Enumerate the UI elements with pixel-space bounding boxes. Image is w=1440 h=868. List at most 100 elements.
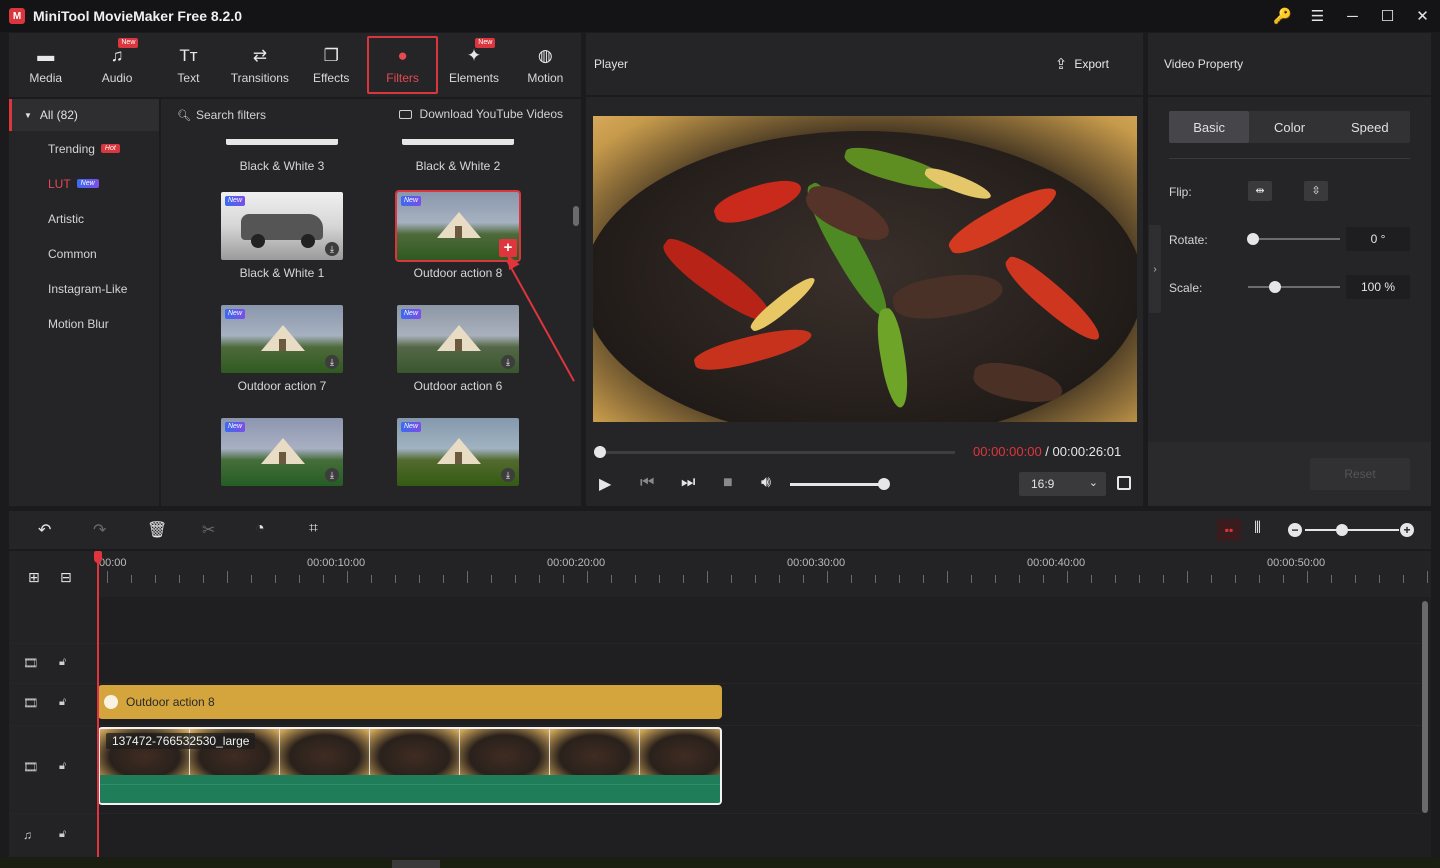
ruler-tick: [1283, 575, 1284, 583]
fullscreen-icon[interactable]: [1117, 476, 1131, 490]
download-icon[interactable]: ⤓: [325, 242, 339, 256]
ruler-tick: [1115, 575, 1116, 583]
rotate-value-field[interactable]: 0 °: [1346, 227, 1410, 251]
playhead-handle[interactable]: [94, 551, 102, 563]
tab-speed[interactable]: Speed: [1330, 111, 1410, 143]
volume-knob[interactable]: [878, 478, 890, 490]
key-icon[interactable]: 🔑: [1265, 0, 1300, 32]
filter-name: Black & White 2: [415, 159, 501, 173]
filter-card-selected[interactable]: New + Outdoor action 8: [395, 190, 521, 280]
filter-thumbnail: New ⤓: [221, 192, 343, 260]
playhead[interactable]: [97, 551, 99, 857]
ruler-tick: [947, 571, 948, 583]
remove-track-icon[interactable]: ⊟: [60, 569, 72, 586]
tab-filters[interactable]: ● Filters: [366, 36, 439, 94]
close-icon[interactable]: ✕: [1405, 0, 1440, 32]
ruler-tick: [731, 575, 732, 583]
download-icon[interactable]: ⤓: [325, 355, 339, 369]
scale-value-field[interactable]: 100 %: [1346, 275, 1410, 299]
add-track-icon[interactable]: ⊞: [28, 569, 40, 586]
lock-icon[interactable]: 🔓︎: [59, 828, 66, 841]
download-icon[interactable]: ⤓: [501, 355, 515, 369]
flip-horizontal-icon[interactable]: ⇹: [1248, 181, 1272, 201]
zoom-slider[interactable]: [1305, 529, 1399, 531]
lock-icon[interactable]: 🔓︎: [59, 656, 66, 669]
snap-icon[interactable]: ▪▪: [1217, 519, 1241, 541]
redo-icon[interactable]: ↷: [93, 520, 106, 540]
reset-button[interactable]: Reset: [1310, 458, 1410, 490]
filter-card[interactable]: New ⤓: [221, 418, 343, 486]
category-all[interactable]: ▼ All (82): [9, 99, 159, 131]
time-ruler[interactable]: 00:00 00:00:10:00 00:00:20:00 00:00:30:0…: [97, 551, 1431, 597]
music-icon: ♫: [110, 46, 124, 65]
delete-icon[interactable]: 🗑︎: [147, 520, 167, 540]
category-common[interactable]: Common: [9, 236, 159, 271]
tab-text[interactable]: Tт Text: [153, 33, 224, 97]
play-icon[interactable]: ▶: [599, 474, 611, 494]
library-tabs: ▬ Media New ♫ Audio Tт Text ⇄ Transition…: [9, 33, 581, 97]
tab-media[interactable]: ▬ Media: [10, 33, 81, 97]
video-clip[interactable]: 137472-766532530_large: [98, 727, 722, 805]
volume-icon[interactable]: 🔊︎: [761, 474, 771, 492]
maximize-icon[interactable]: ☐: [1370, 0, 1405, 32]
search-filters-input[interactable]: 🔍︎ Search filters: [177, 108, 266, 122]
tab-effects-label: Effects: [312, 71, 350, 85]
tab-audio[interactable]: New ♫ Audio: [81, 33, 152, 97]
filter-card[interactable]: New ⤓ Outdoor action 6: [397, 305, 519, 393]
scale-slider-knob[interactable]: [1269, 281, 1281, 293]
category-trending[interactable]: Trending Hot: [9, 131, 159, 166]
stop-icon[interactable]: ■: [723, 474, 733, 492]
tab-effects[interactable]: ❐ Effects: [296, 33, 367, 97]
download-youtube-button[interactable]: Download YouTube Videos: [398, 107, 563, 121]
rotate-slider[interactable]: [1248, 238, 1340, 240]
previous-frame-icon[interactable]: ⏮: [640, 474, 654, 492]
tab-color[interactable]: Color: [1249, 111, 1329, 143]
lock-icon[interactable]: 🔓︎: [59, 760, 66, 773]
filter-card[interactable]: Black & White 2: [397, 139, 519, 173]
category-instagram-like[interactable]: Instagram-Like: [9, 271, 159, 306]
ruler-tick: [1403, 575, 1404, 583]
playback-progress-bar[interactable]: [599, 451, 955, 454]
filters-scrollbar[interactable]: [573, 206, 579, 226]
download-icon[interactable]: ⤓: [501, 468, 515, 482]
crop-icon[interactable]: ⌗: [309, 520, 318, 538]
undo-icon[interactable]: ↶: [38, 520, 51, 540]
category-motion-blur[interactable]: Motion Blur: [9, 306, 159, 341]
download-icon[interactable]: ⤓: [325, 468, 339, 482]
tab-elements[interactable]: New ✦ Elements: [438, 33, 509, 97]
timeline-vertical-scrollbar[interactable]: [1422, 601, 1428, 813]
category-artistic[interactable]: Artistic: [9, 201, 159, 236]
tab-motion[interactable]: ◍ Motion: [510, 33, 581, 97]
zoom-slider-knob[interactable]: [1336, 524, 1348, 536]
tab-basic[interactable]: Basic: [1169, 111, 1250, 143]
aspect-ratio-select[interactable]: 16:9 ⌄: [1019, 472, 1106, 496]
filter-card[interactable]: New ⤓: [397, 418, 519, 486]
volume-slider[interactable]: [790, 483, 884, 486]
menu-icon[interactable]: ☰: [1300, 0, 1335, 32]
chevron-down-icon: ⌄: [1088, 477, 1098, 489]
filters-header: 🔍︎ Search filters Download YouTube Video…: [161, 99, 581, 131]
playback-progress-knob[interactable]: [594, 446, 606, 458]
new-badge: New: [225, 422, 246, 432]
fit-timeline-icon[interactable]: ⦀: [1254, 520, 1261, 538]
horizontal-scrollbar[interactable]: [0, 858, 1440, 868]
speed-icon[interactable]: ◔: [255, 520, 265, 538]
scale-slider[interactable]: [1248, 286, 1340, 288]
category-lut[interactable]: LUT New: [9, 166, 159, 201]
filter-card[interactable]: New ⤓ Outdoor action 7: [221, 305, 343, 393]
split-icon[interactable]: ✂: [202, 520, 215, 540]
tab-transitions[interactable]: ⇄ Transitions: [224, 33, 295, 97]
rotate-slider-knob[interactable]: [1247, 233, 1259, 245]
horizontal-scrollbar-thumb[interactable]: [392, 860, 440, 868]
flip-vertical-icon[interactable]: ⇳: [1304, 181, 1328, 201]
filter-card[interactable]: New ⤓ Black & White 1: [221, 192, 343, 280]
minimize-icon[interactable]: ─: [1335, 0, 1370, 32]
zoom-in-icon[interactable]: +: [1400, 523, 1414, 537]
filter-clip[interactable]: Outdoor action 8: [98, 685, 722, 719]
expand-panel-chevron-icon[interactable]: ›: [1149, 225, 1161, 313]
next-frame-icon[interactable]: ⏭: [681, 474, 695, 492]
export-button[interactable]: ⇪ Export: [1055, 55, 1109, 73]
filter-card[interactable]: Black & White 3: [221, 139, 343, 173]
lock-icon[interactable]: 🔓︎: [59, 696, 66, 709]
zoom-out-icon[interactable]: −: [1288, 523, 1302, 537]
